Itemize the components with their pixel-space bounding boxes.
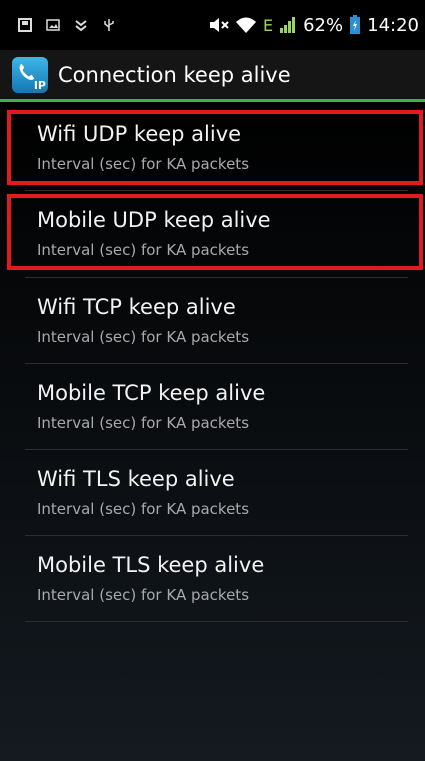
list-item-summary: Interval (sec) for KA packets [37, 586, 250, 604]
app-icon[interactable]: IP [12, 56, 48, 93]
status-indicators: E 62% 14:20 [209, 0, 419, 50]
clock: 14:20 [367, 14, 419, 36]
list-item-summary: Interval (sec) for KA packets [37, 328, 250, 346]
list-item-label: Wifi TCP keep alive [37, 295, 236, 319]
usb-notification-icon [18, 18, 32, 32]
download-notification-icon [75, 20, 87, 32]
list-item-summary: Interval (sec) for KA packets [37, 500, 250, 518]
action-bar: IP Connection keep alive [0, 50, 425, 102]
list-item-summary: Interval (sec) for KA packets [37, 414, 250, 432]
app-icon-label: IP [33, 78, 46, 92]
signal-icon [280, 17, 296, 33]
battery-icon [350, 15, 361, 34]
list-item-label: Mobile TLS keep alive [37, 553, 265, 577]
divider [25, 621, 408, 622]
network-type-label: E [263, 15, 274, 35]
list-item-mobile-tls-keep-alive[interactable]: Mobile TLS keep alive Interval (sec) for… [0, 535, 425, 621]
mute-icon [210, 18, 229, 32]
battery-percent: 62% [303, 14, 344, 36]
picture-notification-icon [46, 19, 60, 31]
list-item-wifi-tcp-keep-alive[interactable]: Wifi TCP keep alive Interval (sec) for K… [0, 277, 425, 363]
page-title: Connection keep alive [58, 62, 291, 87]
list-item-label: Wifi TLS keep alive [37, 467, 235, 491]
notification-icons [0, 18, 116, 32]
list-item-label: Mobile TCP keep alive [37, 381, 266, 405]
list-item-wifi-tls-keep-alive[interactable]: Wifi TLS keep alive Interval (sec) for K… [0, 449, 425, 535]
list-item-mobile-tcp-keep-alive[interactable]: Mobile TCP keep alive Interval (sec) for… [0, 363, 425, 449]
wifi-icon [236, 17, 256, 33]
highlight-box-mobile-udp [7, 194, 423, 270]
usb-icon [104, 19, 114, 31]
highlight-box-wifi-udp [7, 110, 423, 185]
status-bar: E 62% 14:20 [0, 0, 425, 50]
